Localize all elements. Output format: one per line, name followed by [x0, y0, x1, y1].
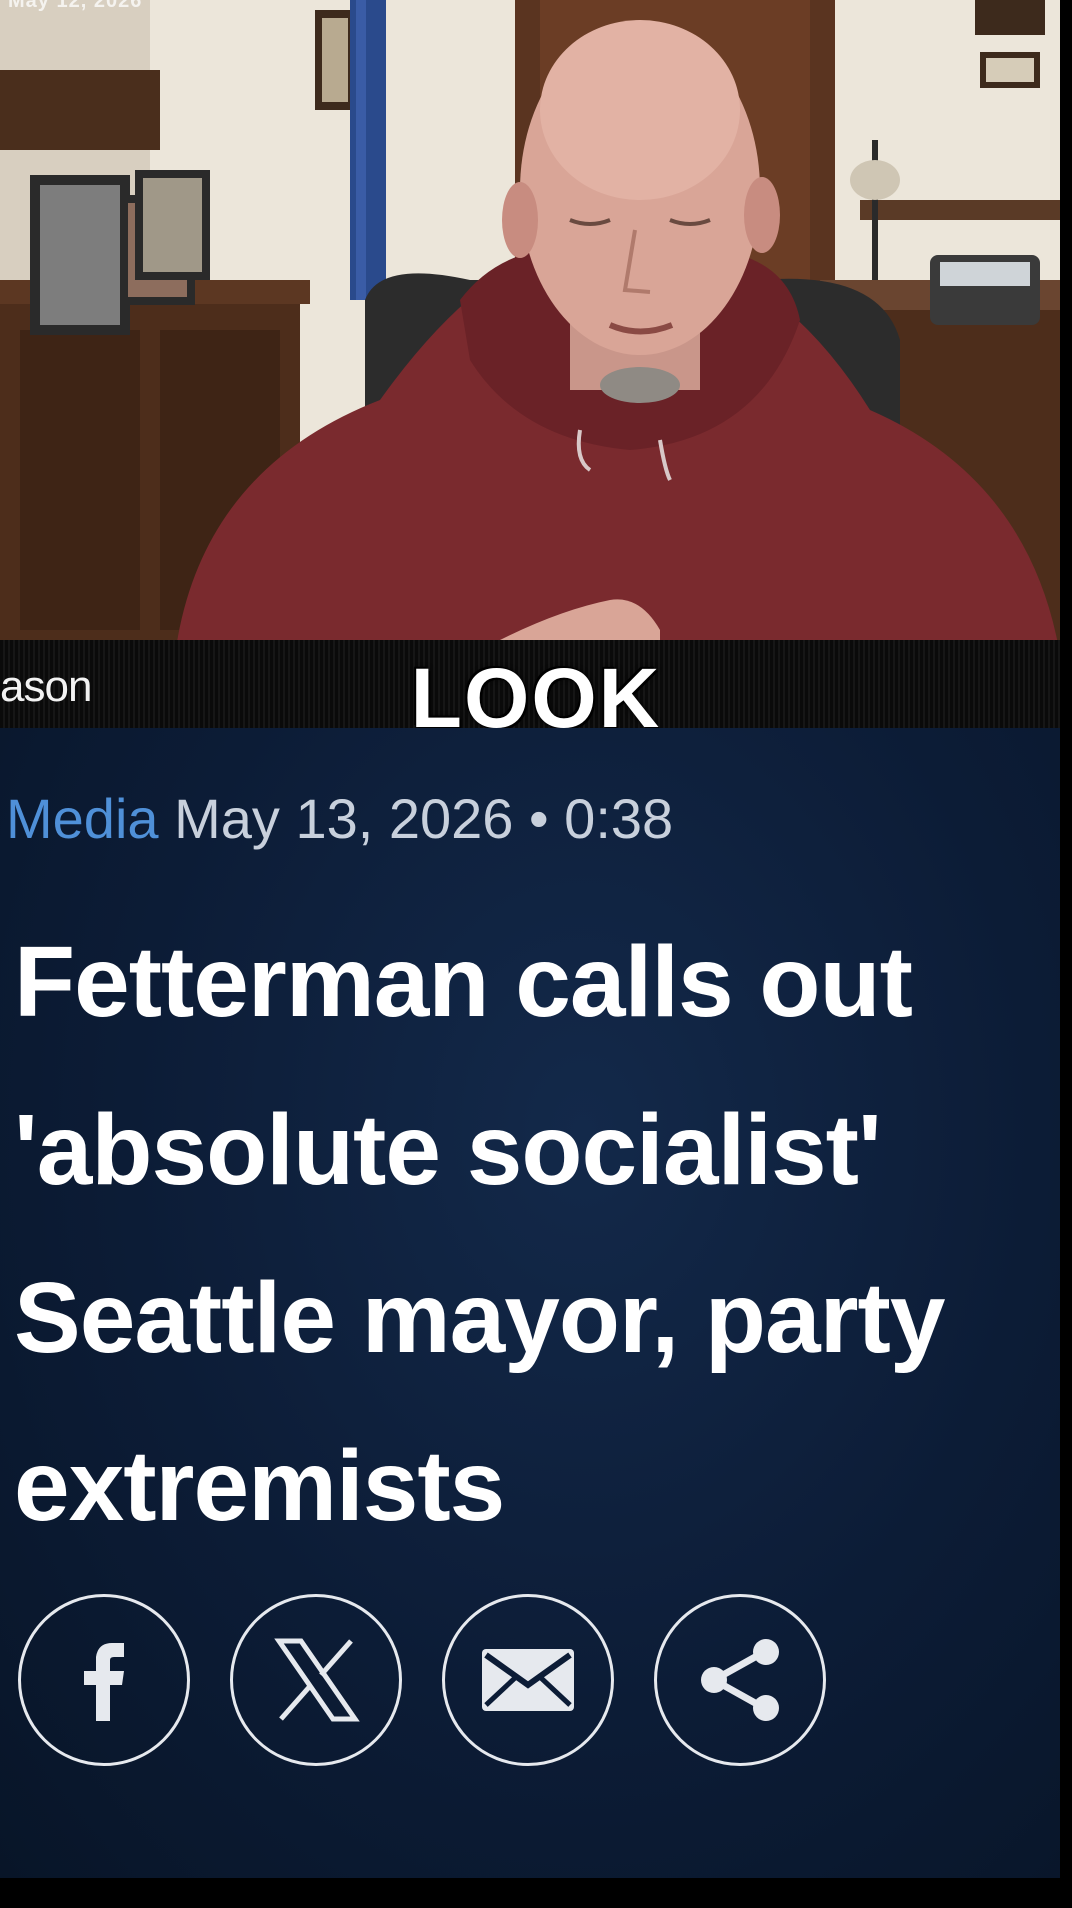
article-meta: Media May 13, 2026 • 0:38: [6, 786, 673, 851]
category-link[interactable]: Media: [6, 787, 159, 850]
share-buttons: [18, 1594, 838, 1774]
video-duration: 0:38: [564, 787, 674, 850]
lower-third: ason LOOK: [0, 640, 1060, 745]
office-scene-illustration: [0, 0, 1060, 655]
share-icon: [701, 1639, 779, 1721]
publish-date: May 13, 2026: [174, 787, 514, 850]
meta-separator: •: [529, 787, 549, 850]
video-timestamp-overlay: May 12, 2026: [8, 0, 143, 12]
headline-line: 'absolute socialist': [14, 1094, 882, 1206]
screen: May 12, 2026 ason LOOK Media May 13, 202…: [0, 0, 1072, 1908]
headline-line: Seattle mayor, party: [14, 1262, 945, 1374]
share-more-button[interactable]: [654, 1594, 826, 1766]
article-card: Media May 13, 2026 • 0:38 Fetterman call…: [0, 728, 1060, 1878]
x-icon: [274, 1638, 360, 1722]
headline-line: extremists: [14, 1430, 505, 1542]
share-x-button[interactable]: [230, 1594, 402, 1766]
headline-line: Fetterman calls out: [14, 926, 913, 1038]
article-headline[interactable]: Fetterman calls out 'absolute socialist'…: [14, 898, 1064, 1570]
share-facebook-button[interactable]: [18, 1594, 190, 1766]
email-icon: [482, 1649, 574, 1711]
facebook-icon: [84, 1643, 124, 1721]
video-frame[interactable]: May 12, 2026: [0, 0, 1060, 655]
share-email-button[interactable]: [442, 1594, 614, 1766]
